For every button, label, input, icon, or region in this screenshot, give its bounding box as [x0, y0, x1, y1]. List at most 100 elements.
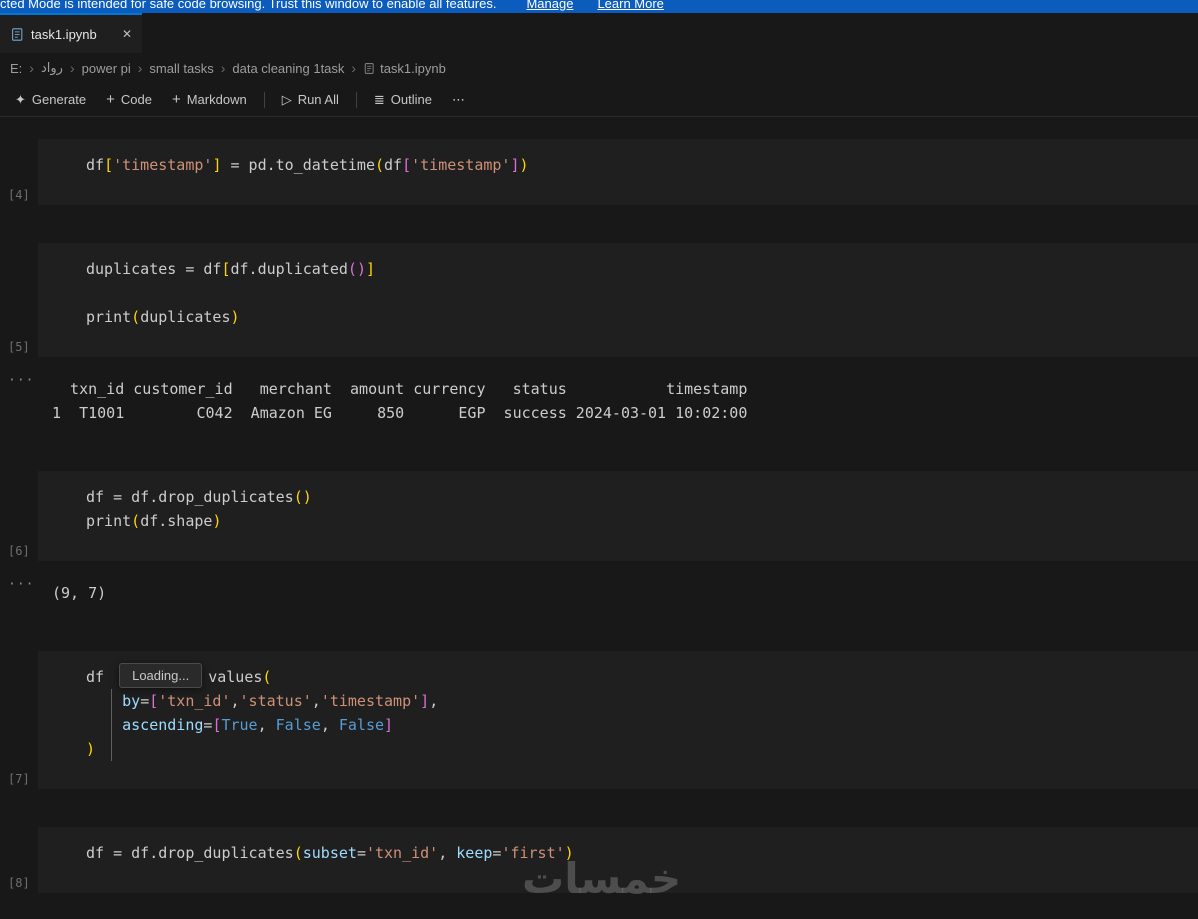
code-token: (: [131, 512, 141, 530]
cell-gutter: [7]: [0, 651, 38, 789]
code-cell-editor[interactable]: df = df.drop_duplicates() print(df.shape): [38, 471, 1198, 561]
code-token: (: [347, 260, 357, 278]
code-token: ): [86, 740, 96, 758]
generate-button[interactable]: ✦ Generate: [6, 88, 95, 112]
code-token: print: [86, 308, 132, 326]
run-all-button[interactable]: ▷ Run All: [273, 88, 348, 112]
code-line: print(df.shape): [86, 509, 1182, 533]
plus-icon: +: [106, 91, 115, 108]
play-icon: ▷: [281, 91, 292, 107]
notebook-cell: [7] df Loading... values( by=['txn_id','st…: [0, 651, 1198, 789]
code-token: ,: [429, 692, 439, 710]
add-markdown-button[interactable]: + Markdown: [163, 88, 256, 111]
execution-count: [6]: [8, 544, 30, 558]
code-token: ,: [438, 844, 457, 862]
code-token: df: [86, 668, 114, 686]
code-token: ): [212, 512, 222, 530]
cell-gutter: [4]: [0, 139, 38, 205]
banner-message: cted Mode is intended for safe code brow…: [0, 0, 497, 11]
code-token: keep: [456, 844, 493, 862]
execution-count: [7]: [8, 772, 30, 786]
cell-gutter: [6]: [0, 471, 38, 561]
tab-title: task1.ipynb: [31, 26, 97, 42]
breadcrumb-item-power-pi[interactable]: power pi: [82, 61, 131, 76]
breadcrumb-item-small-tasks[interactable]: small tasks: [149, 61, 213, 76]
close-icon[interactable]: ✕: [122, 27, 132, 41]
manage-link[interactable]: Manage: [526, 0, 573, 11]
outline-button[interactable]: ≣ Outline: [365, 88, 441, 112]
chevron-right-icon: ›: [220, 60, 226, 76]
notebook-file-icon: [363, 62, 375, 75]
plus-icon: +: [171, 91, 181, 108]
outline-icon: ≣: [373, 91, 385, 107]
code-token: False: [338, 716, 385, 734]
output-cell: ··· txn_id customer_id merchant amount c…: [0, 369, 1198, 433]
tab-task1[interactable]: task1.ipynb ✕: [0, 13, 142, 53]
learn-more-link[interactable]: Learn More: [597, 0, 663, 11]
tab-bar: task1.ipynb ✕: [0, 13, 1198, 53]
breadcrumb-item-drive[interactable]: E:: [10, 61, 22, 76]
add-markdown-label: Markdown: [186, 92, 247, 107]
code-line: ascending=[True, False, False]: [86, 713, 1182, 737]
add-code-button[interactable]: + Code: [97, 88, 161, 111]
code-token: ]: [420, 692, 430, 710]
code-token: 'txn_id': [365, 844, 439, 862]
breadcrumb-item-data-cleaning[interactable]: data cleaning 1task: [232, 61, 344, 76]
code-token: ): [519, 156, 529, 174]
sparkle-icon: ✦: [15, 91, 26, 107]
output-cell: ··· (9, 7): [0, 573, 1198, 613]
chevron-right-icon: ›: [69, 60, 75, 76]
loading-tooltip: Loading...: [119, 662, 203, 688]
code-token: duplicates = df: [86, 260, 222, 278]
output-toggle[interactable]: ···: [8, 577, 34, 592]
code-token: [: [104, 156, 114, 174]
code-cell-editor[interactable]: df = df.drop_duplicates(subset='txn_id',…: [38, 827, 1198, 893]
code-token: 'status': [239, 692, 312, 710]
code-token: (: [262, 668, 272, 686]
breadcrumb-item-file[interactable]: task1.ipynb: [380, 61, 446, 76]
code-line: df = df.drop_duplicates(): [86, 485, 1182, 509]
code-token: ,: [257, 716, 276, 734]
code-token: 'txn_id': [158, 692, 231, 710]
code-line: by=['txn_id','status','timestamp'],: [86, 689, 1182, 713]
code-line: df = df.drop_duplicates(subset='txn_id',…: [86, 841, 1182, 865]
breadcrumb-item-rawad[interactable]: رواد: [41, 60, 63, 76]
code-token: ,: [230, 692, 240, 710]
code-token: ): [564, 844, 574, 862]
breadcrumb: E: › رواد › power pi › small tasks › dat…: [0, 53, 1198, 83]
code-line: df['timestamp'] = pd.to_datetime(df['tim…: [86, 153, 1182, 177]
output-toggle[interactable]: ···: [8, 373, 34, 388]
output-text: txn_id customer_id merchant amount curre…: [52, 380, 748, 422]
code-cell-editor[interactable]: df['timestamp'] = pd.to_datetime(df['tim…: [38, 139, 1198, 205]
code-token: ): [230, 308, 240, 326]
code-token: values: [208, 668, 263, 686]
code-token: df.duplicated: [230, 260, 348, 278]
code-token: (: [293, 488, 303, 506]
code-token: False: [275, 716, 321, 734]
code-token: ,: [311, 692, 321, 710]
code-token: ]: [384, 716, 394, 734]
cell-gutter: ···: [0, 573, 38, 613]
execution-count: [4]: [8, 188, 30, 202]
code-token: df: [384, 156, 403, 174]
code-token: = pd.to_datetime: [221, 156, 375, 174]
chevron-right-icon: ›: [351, 60, 357, 76]
code-cell-editor[interactable]: duplicates = df[df.duplicated()] print ( du…: [38, 243, 1198, 357]
code-token: ascending: [122, 716, 204, 734]
toolbar-separator: [355, 91, 357, 108]
cell-gutter: ···: [0, 369, 38, 433]
run-all-label: Run All: [297, 92, 339, 107]
code-token: 'timestamp': [113, 156, 213, 174]
code-token: [: [149, 692, 159, 710]
code-cell-editor[interactable]: df Loading... values( by=['txn_id','statu…: [38, 651, 1198, 789]
code-token: ,: [320, 716, 339, 734]
indent-guide: [111, 689, 112, 761]
code-token: ]: [510, 156, 520, 174]
notebook-cell: [5] duplicates = df[df.duplicated()] print…: [0, 243, 1198, 357]
code-token: 'first': [501, 844, 565, 862]
code-line: duplicates = df[df.duplicated()]: [86, 257, 1182, 281]
more-actions-button[interactable]: ⋯: [443, 88, 474, 112]
code-token: df: [86, 156, 105, 174]
